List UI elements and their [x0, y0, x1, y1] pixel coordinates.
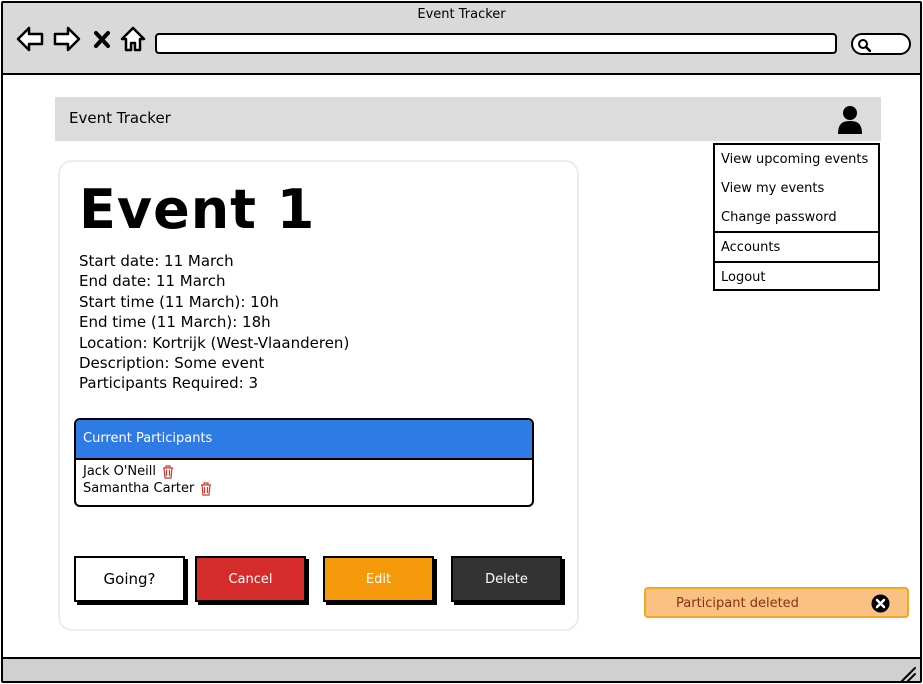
status-bar [3, 657, 920, 681]
event-participants-required: Participants Required: 3 [79, 374, 259, 393]
event-end-date: End date: 11 March [79, 272, 226, 291]
event-title: Event 1 [79, 178, 316, 241]
edit-button[interactable]: Edit [323, 556, 434, 602]
close-icon[interactable] [871, 594, 890, 613]
menu-item-view-upcoming-events[interactable]: View upcoming events [715, 145, 878, 174]
browser-search-box[interactable] [851, 33, 911, 55]
menu-item-change-password[interactable]: Change password [715, 203, 878, 232]
event-details: Start date: 11 March End date: 11 March … [79, 251, 349, 394]
window-title: Event Tracker [417, 7, 506, 22]
search-icon [858, 39, 871, 52]
menu-item-logout[interactable]: Logout [715, 263, 878, 292]
participant-row: Jack O'Neill [83, 464, 174, 479]
participants-header: Current Participants [76, 420, 532, 460]
going-button[interactable]: Going? [74, 556, 185, 602]
participant-row: Samantha Carter [83, 481, 212, 496]
forward-arrow-icon[interactable] [52, 25, 82, 53]
participant-name: Samantha Carter [83, 481, 195, 496]
delete-button[interactable]: Delete [451, 556, 562, 602]
app-header: Event Tracker [55, 97, 881, 141]
cancel-button[interactable]: Cancel [195, 556, 306, 602]
participants-panel: Current Participants Jack O'Neill Samant… [74, 418, 534, 507]
participant-name: Jack O'Neill [83, 464, 156, 479]
app-title: Event Tracker [69, 109, 171, 127]
event-start-time: Start time (11 March): 10h [79, 292, 279, 311]
toast-message: Participant deleted [676, 596, 799, 611]
event-location: Location: Kortrijk (West-Vlaanderen) [79, 333, 350, 352]
event-card: Event 1 Start date: 11 March End date: 1… [58, 160, 579, 631]
event-description: Description: Some event [79, 354, 265, 373]
back-arrow-icon[interactable] [15, 25, 45, 53]
event-start-date: Start date: 11 March [79, 252, 234, 270]
browser-toolbar: Event Tracker [3, 3, 920, 75]
stop-x-icon[interactable] [91, 25, 113, 53]
trash-icon[interactable] [200, 481, 212, 496]
user-dropdown-menu: View upcoming events View my events Chan… [713, 143, 880, 291]
resize-grip-icon[interactable] [900, 666, 916, 681]
event-end-time: End time (11 March): 18h [79, 313, 271, 332]
home-icon[interactable] [118, 25, 148, 53]
user-account-icon[interactable] [837, 105, 863, 135]
notification-toast: Participant deleted [644, 587, 909, 618]
browser-window: Event Tracker Event Tracker View upcomin… [1, 1, 922, 683]
menu-item-view-my-events[interactable]: View my events [715, 174, 878, 203]
address-bar[interactable] [155, 33, 837, 54]
trash-icon[interactable] [162, 464, 174, 479]
menu-item-accounts[interactable]: Accounts [715, 233, 878, 262]
